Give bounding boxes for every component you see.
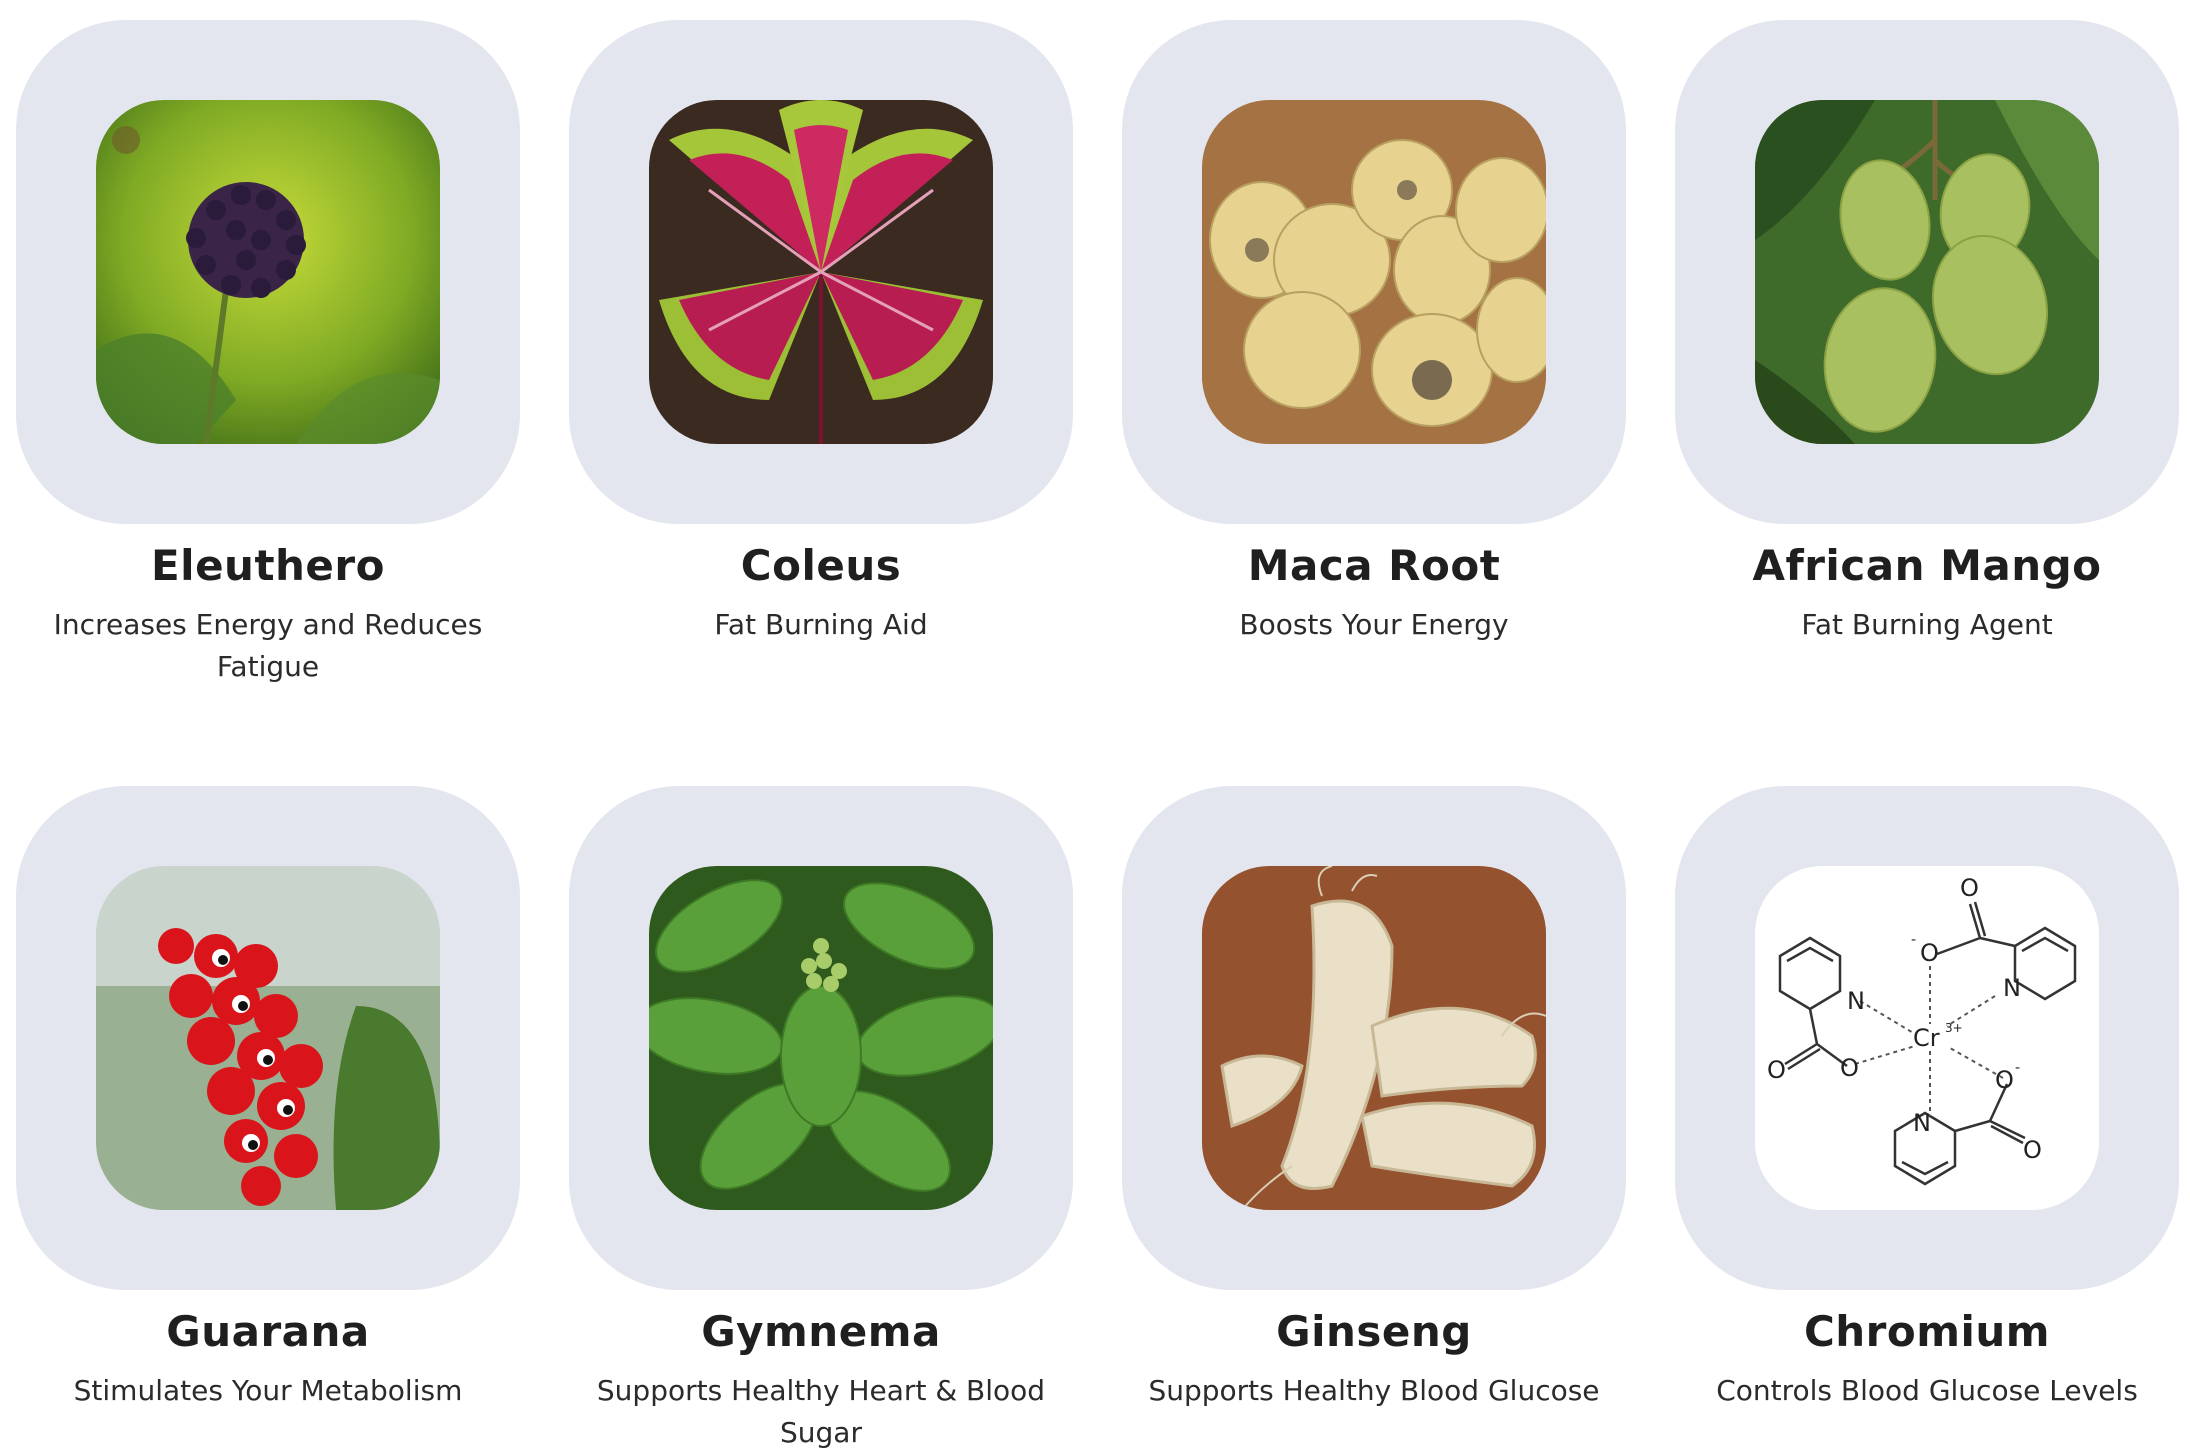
image-tile xyxy=(1675,20,2179,524)
ingredient-name: Eleuthero xyxy=(150,541,385,590)
atom-cr-charge: 3+ xyxy=(1945,1021,1963,1035)
ingredient-benefit: Fat Burning Aid xyxy=(714,608,928,641)
ingredient-name: African Mango xyxy=(1752,541,2102,590)
ingredient-card-african-mango: African Mango Fat Burning Agent xyxy=(1675,20,2179,646)
african-mango-fruit-photo xyxy=(1755,100,2099,444)
ingredient-name: Coleus xyxy=(740,541,902,590)
atom-n-bottom: N xyxy=(1913,1109,1931,1137)
atom-cr: Cr xyxy=(1913,1024,1940,1052)
image-tile xyxy=(569,20,1073,524)
chromium-picolinate-structure: N N N Cr 3+ O O - O O O - O xyxy=(1755,866,2099,1210)
atom-o-top: O xyxy=(1960,874,1979,902)
coleus-leaves-photo xyxy=(649,100,993,444)
ingredient-name: Gymnema xyxy=(701,1307,941,1356)
ingredient-benefit: Boosts Your Energy xyxy=(1239,608,1509,641)
ingredient-benefit: Supports Healthy Blood Glucose xyxy=(1148,1374,1600,1407)
atom-n-right: N xyxy=(2003,974,2021,1002)
ingredient-card-guarana: Guarana Stimulates Your Metabolism xyxy=(16,786,520,1412)
ginseng-roots-photo xyxy=(1202,866,1546,1210)
ingredient-benefit: Supports Healthy Heart & Blood Sugar xyxy=(596,1374,1046,1449)
maca-roots-photo xyxy=(1202,100,1546,444)
ingredient-name: Maca Root xyxy=(1247,541,1501,590)
gymnema-leaves-photo xyxy=(649,866,993,1210)
ingredient-card-maca-root: Maca Root Boosts Your Energy xyxy=(1122,20,1626,646)
ingredient-benefit: Fat Burning Agent xyxy=(1801,608,2053,641)
atom-n-left: N xyxy=(1847,987,1865,1015)
ingredient-card-gymnema: Gymnema Supports Healthy Heart & Blood S… xyxy=(569,786,1073,1454)
guarana-berries-photo xyxy=(96,866,440,1210)
image-tile xyxy=(569,786,1073,1290)
ingredients-grid: Eleuthero Increases Energy and Reduces F… xyxy=(0,0,2190,1450)
atom-o-minus-right: O xyxy=(1995,1066,2014,1094)
ingredient-benefit: Stimulates Your Metabolism xyxy=(73,1374,463,1407)
image-tile: N N N Cr 3+ O O - O O O - O xyxy=(1675,786,2179,1290)
ingredient-benefit: Controls Blood Glucose Levels xyxy=(1716,1374,2138,1407)
atom-o-minus-top: O xyxy=(1920,939,1939,967)
eleuthero-berry-cluster-photo xyxy=(96,100,440,444)
ingredient-card-chromium: N N N Cr 3+ O O - O O O - O Chromium Con… xyxy=(1675,786,2179,1412)
ingredient-name: Ginseng xyxy=(1276,1307,1472,1356)
atom-o-minus-left: O xyxy=(1840,1054,1859,1082)
charge-minus-top: - xyxy=(1911,932,1916,948)
image-tile xyxy=(16,20,520,524)
atom-o-bottom: O xyxy=(2023,1136,2042,1164)
ingredient-name: Chromium xyxy=(1803,1307,2051,1356)
image-tile xyxy=(16,786,520,1290)
ingredient-card-ginseng: Ginseng Supports Healthy Blood Glucose xyxy=(1122,786,1626,1412)
image-tile xyxy=(1122,786,1626,1290)
ingredient-name: Guarana xyxy=(166,1307,370,1356)
atom-o-left: O xyxy=(1767,1056,1786,1084)
ingredient-card-coleus: Coleus Fat Burning Aid xyxy=(569,20,1073,646)
charge-minus-right: - xyxy=(2015,1060,2020,1076)
ingredient-card-eleuthero: Eleuthero Increases Energy and Reduces F… xyxy=(16,20,520,688)
ingredient-benefit: Increases Energy and Reduces Fatigue xyxy=(53,608,483,683)
image-tile xyxy=(1122,20,1626,524)
